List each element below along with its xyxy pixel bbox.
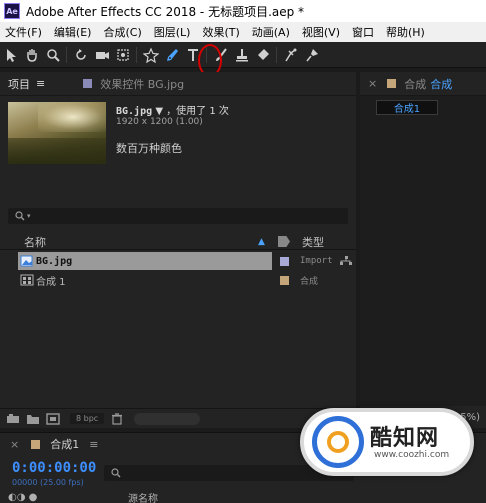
trash-icon[interactable] (110, 412, 124, 425)
sort-ascending-icon[interactable]: ▲ (258, 237, 265, 247)
project-search-input[interactable]: ▾ (8, 208, 348, 224)
watermark-url: www.coozhi.com (374, 450, 450, 460)
rotate-tool-icon[interactable] (70, 44, 91, 66)
composition-panel: × 合成 合成 合成1 ∞ (38.5%) (360, 72, 486, 428)
roto-brush-tool-icon[interactable] (280, 44, 301, 66)
project-item-name: 合成 1 (36, 276, 66, 288)
effect-controls-swatch (83, 79, 93, 88)
label-color-swatch[interactable] (280, 257, 289, 266)
interpret-footage-icon[interactable] (6, 413, 20, 425)
label-tag-icon[interactable] (278, 236, 290, 247)
tab-effect-controls-label: 效果控件 BG.jpg (100, 77, 185, 91)
composition-panel-tabs: × 合成 合成 (360, 72, 486, 96)
hand-tool-icon[interactable] (21, 44, 42, 66)
toolbar-divider (66, 46, 67, 63)
project-item-name-cell: BG.jpg (18, 252, 272, 270)
panel-menu-icon[interactable]: ≡ (36, 77, 45, 90)
toolbar (0, 42, 486, 68)
footage-dimensions: 1920 x 1200 (1.00) (116, 117, 203, 127)
menu-view[interactable]: 视图(V) (296, 24, 346, 40)
timeline-column-header: ◐◑ ● 源名称 (0, 491, 486, 503)
composition-swatch (387, 79, 397, 88)
project-column-header: 名称 ▲ 类型 (0, 234, 356, 250)
watermark-logo-icon (312, 416, 364, 468)
menu-composition[interactable]: 合成(C) (97, 24, 147, 40)
project-item-name: BG.jpg (36, 255, 73, 267)
source-name-column[interactable]: 源名称 (128, 490, 158, 503)
title-bar: Ae Adobe After Effects CC 2018 - 无标题项目.a… (0, 0, 486, 22)
label-color-swatch[interactable] (280, 276, 289, 285)
menu-effect[interactable]: 效果(T) (196, 24, 245, 40)
toolbar-divider (136, 46, 137, 63)
project-item-type: 合成 (300, 276, 319, 287)
menu-edit[interactable]: 编辑(E) (48, 24, 98, 40)
panel-menu-icon[interactable]: ≡ (89, 438, 98, 451)
new-composition-icon[interactable] (46, 412, 60, 425)
shape-tool-icon[interactable] (140, 44, 161, 66)
project-panel-tabs: 项目 ≡ 效果控件 BG.jpg (0, 72, 356, 96)
tab-project-label: 项目 (8, 77, 30, 91)
zoom-tool-icon[interactable] (42, 44, 63, 66)
project-item-type: Import (300, 256, 333, 266)
close-icon[interactable]: × (10, 438, 19, 451)
menu-help[interactable]: 帮助(H) (380, 24, 431, 40)
type-tool-icon[interactable] (182, 44, 203, 66)
close-icon[interactable]: × (368, 77, 377, 90)
menu-bar: 文件(F) 编辑(E) 合成(C) 图层(L) 效果(T) 动画(A) 视图(V… (0, 22, 486, 42)
project-panel: 项目 ≡ 效果控件 BG.jpg BG.jpg ▼ ，使用了 1 次 1920 … (0, 72, 356, 428)
ae-logo-icon: Ae (4, 3, 20, 19)
project-item-row[interactable]: BG.jpg Import (14, 252, 356, 270)
watermark-title: 酷知网 (370, 426, 440, 451)
column-type[interactable]: 类型 (302, 234, 324, 250)
window-title: Adobe After Effects CC 2018 - 无标题项目.aep … (26, 4, 305, 19)
project-item-name-cell: 合成 1 (18, 271, 272, 289)
puppet-tool-icon[interactable] (301, 44, 322, 66)
search-icon (15, 211, 25, 221)
column-name[interactable]: 名称 (24, 234, 46, 250)
pen-tool-icon[interactable] (161, 44, 182, 66)
menu-layer[interactable]: 图层(L) (148, 24, 197, 40)
layer-switches-icon[interactable]: ◐◑ ● (8, 492, 37, 503)
composition-tab-link[interactable]: 合成 (430, 76, 452, 92)
footage-color-depth: 数百万种颜色 (116, 142, 182, 155)
toolbar-divider (276, 46, 277, 63)
composition-name-tab[interactable]: 合成1 (376, 100, 438, 115)
coozhi-watermark: 酷知网 www.coozhi.com (300, 408, 474, 476)
toolbar-divider (206, 46, 207, 63)
footage-preview-thumbnail (8, 102, 106, 164)
tab-project[interactable]: 项目 ≡ (0, 72, 53, 96)
frame-count: 00000 (25.00 fps) (12, 478, 84, 487)
camera-tool-icon[interactable] (91, 44, 112, 66)
thumbnail-scrollbar[interactable] (134, 412, 201, 425)
new-folder-icon[interactable] (26, 413, 40, 425)
composition-icon (20, 274, 34, 286)
clone-stamp-tool-icon[interactable] (231, 44, 252, 66)
current-time-display[interactable]: 0:00:00:00 (12, 460, 96, 476)
composition-tab-label[interactable]: 合成 (404, 76, 426, 92)
brush-tool-icon[interactable] (210, 44, 231, 66)
project-panel-footer: 8 bpc (0, 408, 356, 428)
pan-behind-tool-icon[interactable] (112, 44, 133, 66)
composition-swatch (31, 439, 41, 449)
project-item-row[interactable]: 合成 1 合成 (14, 271, 356, 289)
footage-info-title: BG.jpg ▼ ，使用了 1 次 (116, 102, 229, 117)
footage-usage-text: ，使用了 1 次 (166, 106, 229, 117)
footage-file-name: BG.jpg (116, 106, 153, 117)
search-icon (111, 468, 121, 478)
menu-animation[interactable]: 动画(A) (246, 24, 296, 40)
import-tree-icon (340, 256, 352, 265)
tab-effect-controls[interactable]: 效果控件 BG.jpg (75, 72, 192, 96)
footage-usage-dropdown[interactable]: ▼ (155, 106, 166, 117)
image-file-icon (20, 255, 33, 267)
eraser-tool-icon[interactable] (252, 44, 273, 66)
menu-file[interactable]: 文件(F) (0, 24, 48, 40)
bit-depth-button[interactable]: 8 bpc (70, 413, 105, 424)
selection-tool-icon[interactable] (0, 44, 21, 66)
timeline-tab-label[interactable]: 合成1 (50, 436, 79, 452)
menu-window[interactable]: 窗口 (346, 24, 380, 40)
